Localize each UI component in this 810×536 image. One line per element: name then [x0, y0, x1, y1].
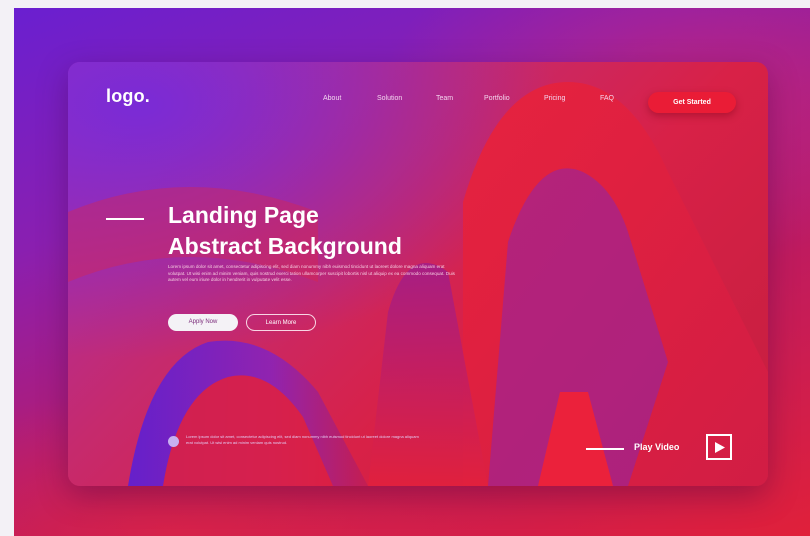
title-accent-line — [106, 218, 144, 220]
top-navigation: logo. About Solution Team Portfolio Pric… — [68, 62, 768, 142]
dot-icon — [168, 436, 179, 447]
nav-link-portfolio[interactable]: Portfolio — [484, 95, 510, 102]
logo[interactable]: logo. — [106, 86, 150, 107]
hero-title: Landing Page Abstract Background — [168, 200, 498, 262]
learn-more-button[interactable]: Learn More — [246, 314, 316, 331]
nav-link-about[interactable]: About — [323, 95, 341, 102]
play-icon — [715, 442, 725, 453]
hero-description: Lorem ipsum dolor sit amet, consectetur … — [168, 264, 455, 283]
hero-title-line1: Landing Page — [168, 202, 319, 228]
page-background: logo. About Solution Team Portfolio Pric… — [14, 8, 810, 536]
landing-card: logo. About Solution Team Portfolio Pric… — [68, 62, 768, 486]
nav-link-solution[interactable]: Solution — [377, 95, 402, 102]
footer-description: Lorem ipsum dolor sit amet, consectetur … — [186, 434, 419, 445]
play-video-button[interactable] — [706, 434, 732, 460]
nav-link-pricing[interactable]: Pricing — [544, 95, 565, 102]
nav-link-faq[interactable]: FAQ — [600, 95, 614, 102]
hero-title-line2: Abstract Background — [168, 233, 402, 259]
get-started-button[interactable]: Get Started — [648, 92, 736, 113]
play-accent-line — [586, 448, 624, 450]
apply-now-button[interactable]: Apply Now — [168, 314, 238, 331]
nav-link-team[interactable]: Team — [436, 95, 453, 102]
play-video-label[interactable]: Play Video — [634, 442, 679, 452]
